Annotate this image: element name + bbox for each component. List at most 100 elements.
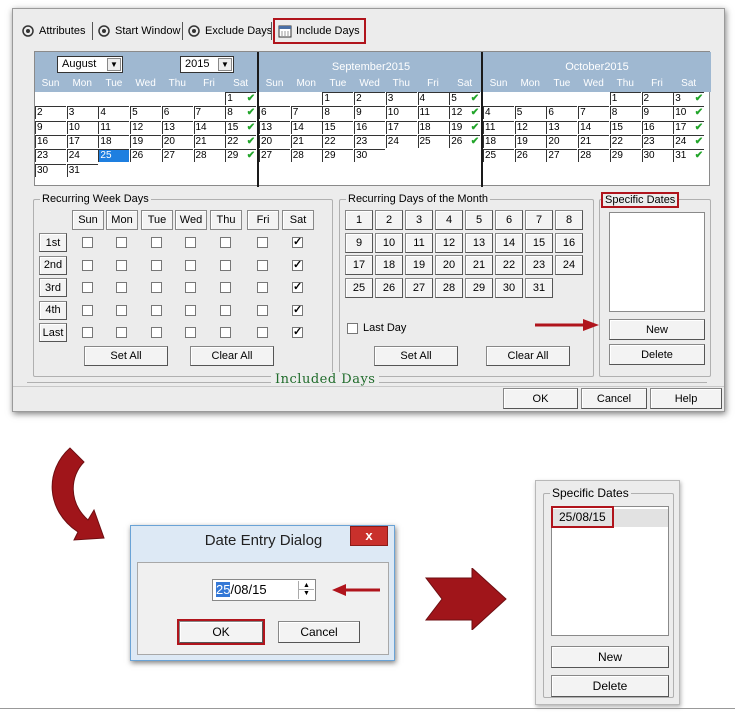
date-input[interactable]: 25/08/15 ▲ ▼	[212, 579, 316, 601]
month-day-button[interactable]: 5	[465, 210, 493, 230]
month-day-button[interactable]: 23	[525, 255, 553, 275]
calendar-day[interactable]: 23	[354, 134, 386, 148]
calendar-day[interactable]: 16	[35, 134, 66, 148]
result-new-button[interactable]: New	[551, 646, 669, 668]
weekday-checkbox[interactable]	[151, 259, 162, 271]
month-day-button[interactable]: 13	[465, 232, 493, 253]
calendar-day[interactable]: 8 ✔	[225, 106, 257, 120]
calendar-day[interactable]: 21	[290, 134, 322, 148]
calendar-day[interactable]: 30	[641, 149, 673, 163]
weekday-checkbox[interactable]	[82, 304, 93, 316]
calendar-day[interactable]: 3 ✔	[673, 92, 705, 105]
close-button[interactable]: x	[350, 526, 388, 546]
weekday-checkbox[interactable]	[116, 327, 127, 338]
month-day-button[interactable]: 17	[345, 255, 373, 275]
calendar-day[interactable]: 6	[161, 106, 193, 120]
calendar-day[interactable]: 12	[514, 120, 546, 134]
calendar-day[interactable]: 2	[641, 92, 673, 105]
weekday-checkbox[interactable]	[257, 237, 268, 248]
calendar-day[interactable]: 14	[290, 120, 322, 134]
calendar-day[interactable]: 25	[98, 149, 130, 163]
calendar-day[interactable]: 10	[385, 106, 417, 120]
calendar-day[interactable]: 14	[193, 120, 225, 134]
calendar-day[interactable]: 24 ✔	[673, 134, 705, 148]
calendar-day[interactable]: 22	[322, 134, 354, 148]
calendar-day[interactable]: 9	[35, 120, 66, 134]
weekday-checkbox[interactable]: ✓	[292, 304, 303, 316]
calendar-day[interactable]: 23	[35, 149, 66, 163]
month-select[interactable]: August ▼	[57, 56, 123, 73]
new-date-button[interactable]: New	[609, 319, 705, 340]
last-day-checkbox[interactable]	[347, 323, 358, 334]
calendar-day[interactable]: 30	[354, 149, 386, 163]
specific-dates-result-list[interactable]: 25/08/15	[551, 506, 669, 636]
weekday-checkbox[interactable]	[151, 282, 162, 293]
calendar-day[interactable]: 18	[98, 134, 130, 148]
weekday-checkbox[interactable]	[220, 304, 231, 316]
calendar-day[interactable]: 29	[609, 149, 641, 163]
calendar-day[interactable]: 5	[130, 106, 162, 120]
month-day-button[interactable]: 22	[495, 255, 523, 275]
calendar-day[interactable]: 17 ✔	[673, 120, 705, 134]
weekday-checkbox[interactable]	[257, 327, 268, 338]
weekday-checkbox[interactable]: ✓	[292, 327, 303, 338]
month-day-button[interactable]: 2	[375, 210, 403, 230]
calendar-day[interactable]: 9	[354, 106, 386, 120]
calendar-day[interactable]: 15	[609, 120, 641, 134]
weekday-checkbox[interactable]	[151, 327, 162, 338]
dialog-cancel-button[interactable]: Cancel	[278, 621, 360, 643]
calendar-day[interactable]: 25	[483, 149, 514, 163]
week-set-all-button[interactable]: Set All	[84, 346, 168, 366]
month-day-button[interactable]: 25	[345, 277, 373, 298]
calendar-day[interactable]: 1	[322, 92, 354, 105]
calendar-day[interactable]: 16	[354, 120, 386, 134]
month-day-button[interactable]: 15	[525, 232, 553, 253]
calendar-day[interactable]: 17	[66, 134, 98, 148]
tab-include-days[interactable]: Include Days	[273, 18, 366, 44]
calendar-day[interactable]: 4	[483, 106, 514, 120]
month-clear-all-button[interactable]: Clear All	[486, 346, 570, 366]
calendar-day[interactable]: 13	[259, 120, 290, 134]
calendar-day[interactable]: 1	[609, 92, 641, 105]
calendar-day[interactable]: 29 ✔	[225, 149, 257, 163]
calendar-day[interactable]: 20	[546, 134, 578, 148]
weekday-checkbox[interactable]	[220, 282, 231, 293]
calendar-day[interactable]: 5 ✔	[449, 92, 481, 105]
month-day-button[interactable]: 1	[345, 210, 373, 230]
calendar-day[interactable]: 15	[322, 120, 354, 134]
weekday-checkbox[interactable]	[116, 304, 127, 316]
calendar-day[interactable]: 5	[514, 106, 546, 120]
calendar-day[interactable]: 26	[514, 149, 546, 163]
month-day-button[interactable]: 8	[555, 210, 583, 230]
calendar-day[interactable]: 25	[417, 134, 449, 148]
tab-exclude-days[interactable]: Exclude Days	[187, 21, 272, 41]
month-day-button[interactable]: 27	[405, 277, 433, 298]
calendar-day[interactable]: 3	[66, 106, 98, 120]
calendar-day[interactable]: 31 ✔	[673, 149, 705, 163]
calendar-day[interactable]: 28	[290, 149, 322, 163]
week-row-button[interactable]: 3rd	[39, 278, 67, 297]
month-day-button[interactable]: 10	[375, 232, 403, 253]
chevron-down-icon[interactable]: ▼	[299, 590, 314, 598]
calendar-day[interactable]: 30	[35, 163, 66, 177]
week-clear-all-button[interactable]: Clear All	[190, 346, 274, 366]
weekday-checkbox[interactable]: ✓	[292, 282, 303, 293]
month-day-button[interactable]: 9	[345, 232, 373, 253]
calendar-day[interactable]: 10	[66, 120, 98, 134]
month-day-button[interactable]: 18	[375, 255, 403, 275]
month-day-button[interactable]: 16	[555, 232, 583, 253]
month-day-button[interactable]: 19	[405, 255, 433, 275]
weekday-checkbox[interactable]	[185, 327, 196, 338]
calendar-day[interactable]: 24	[385, 134, 417, 148]
week-row-button[interactable]: Last	[39, 323, 67, 342]
month-day-button[interactable]: 3	[405, 210, 433, 230]
week-row-button[interactable]: 1st	[39, 233, 67, 252]
weekday-checkbox[interactable]	[116, 282, 127, 293]
month-day-button[interactable]: 30	[495, 277, 523, 298]
calendar-day[interactable]: 28	[193, 149, 225, 163]
calendar-day[interactable]: 29	[322, 149, 354, 163]
weekday-checkbox[interactable]	[185, 304, 196, 316]
calendar-day[interactable]: 2	[354, 92, 386, 105]
weekday-checkbox[interactable]: ✓	[292, 237, 303, 248]
calendar-day[interactable]: 9	[641, 106, 673, 120]
